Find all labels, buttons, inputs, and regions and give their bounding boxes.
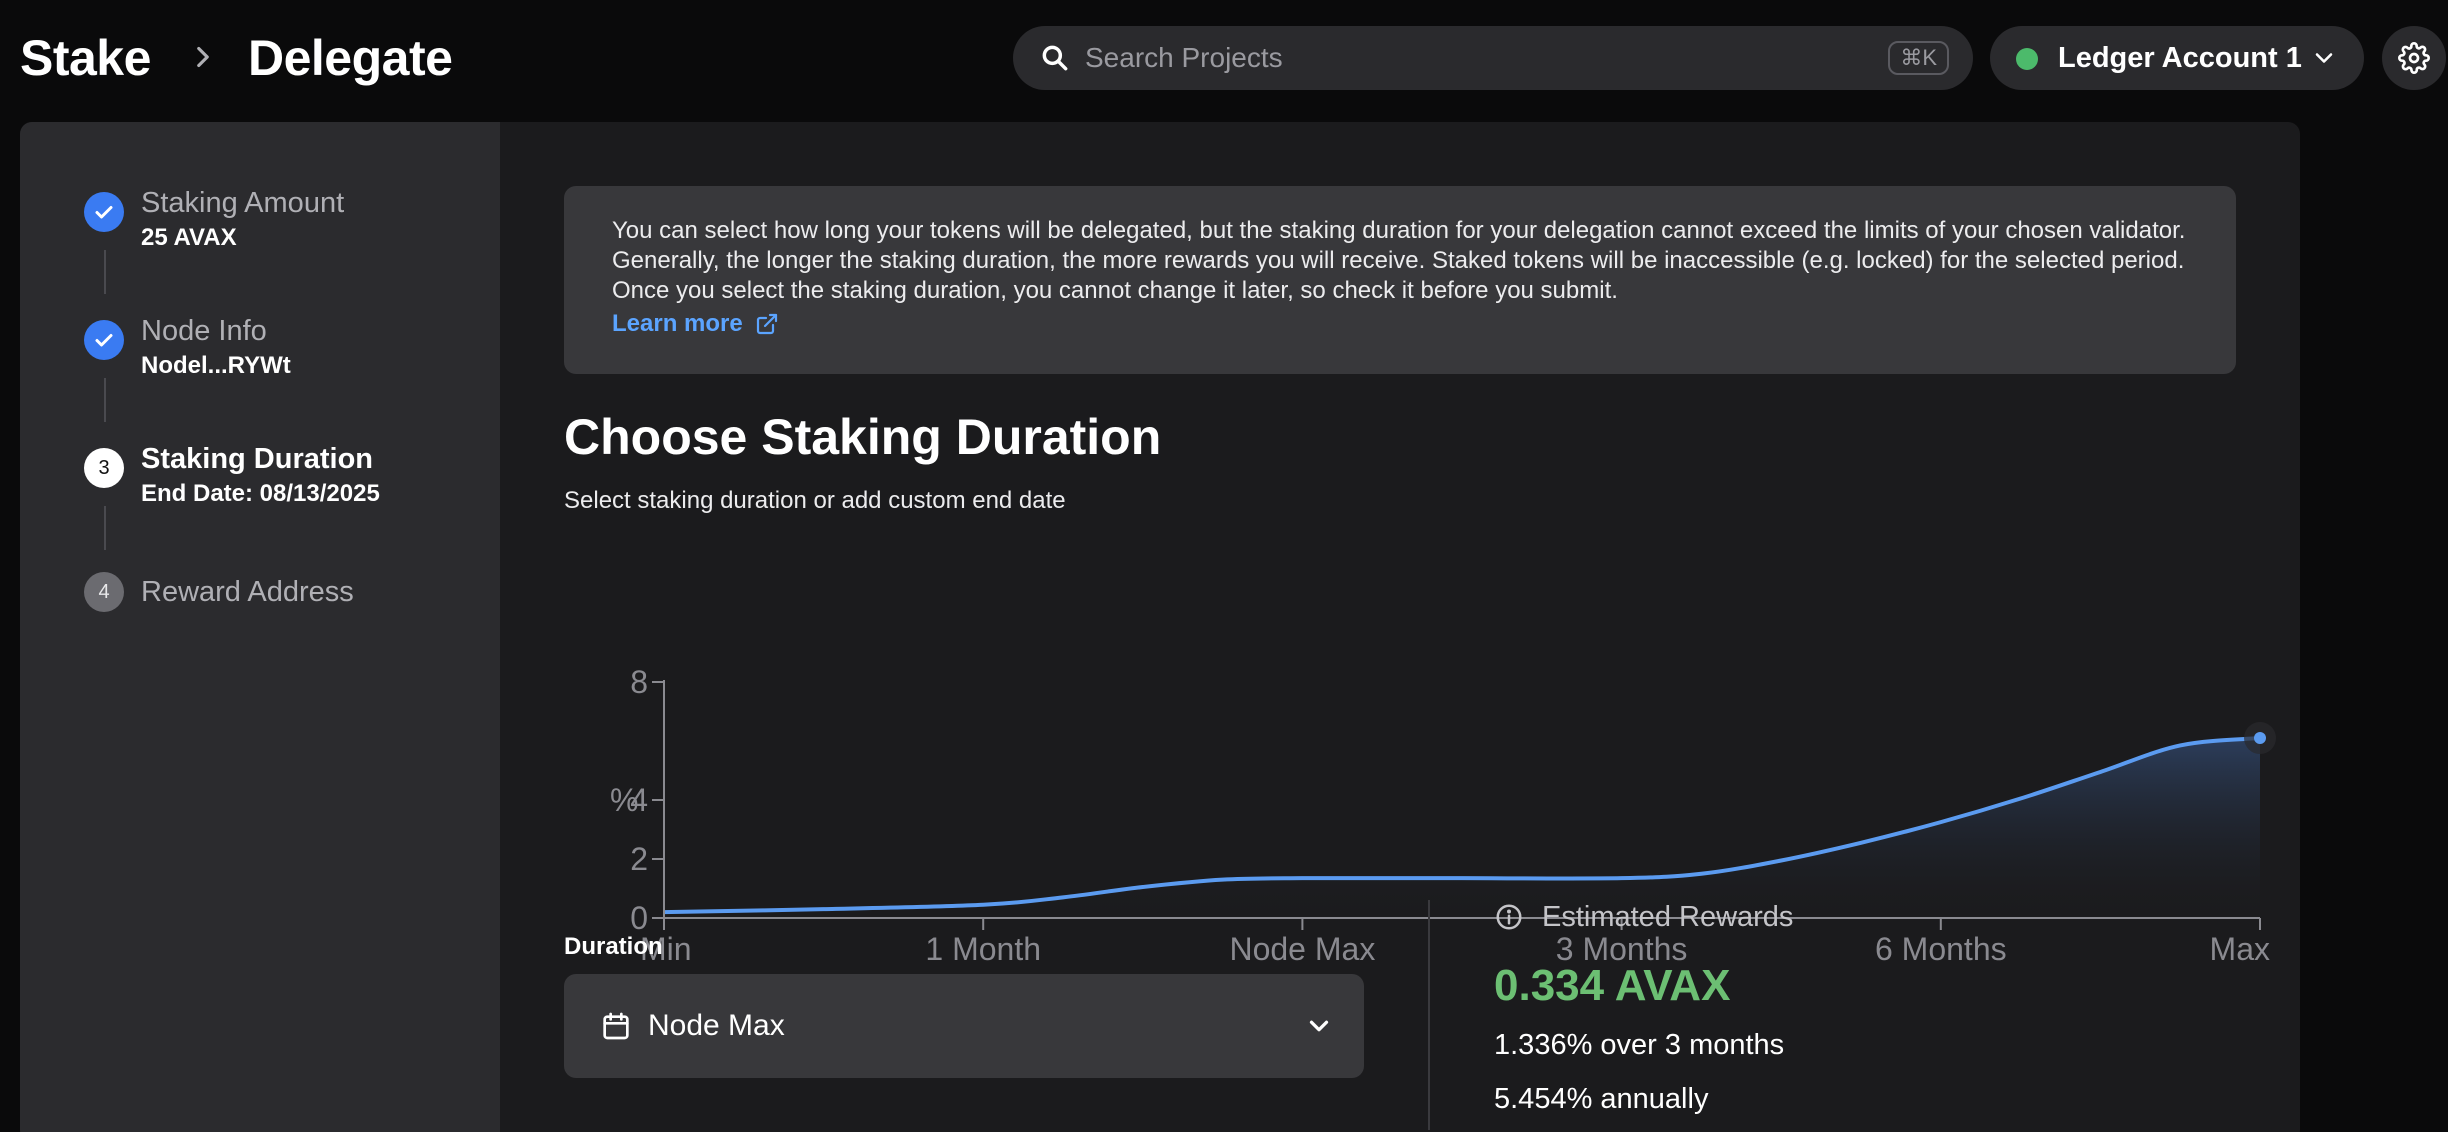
y-axis-label: % [610, 782, 638, 818]
estimated-rewards-label: Estimated Rewards [1542, 901, 1794, 933]
section-title: Choose Staking Duration [564, 409, 1162, 465]
step-connector [104, 250, 106, 294]
search-input[interactable]: Search Projects ⌘K [1013, 26, 1973, 90]
learn-more-label: Learn more [612, 310, 743, 337]
rewards-period: 1.336% over 3 months [1494, 1029, 1785, 1061]
duration-select[interactable]: Node Max [564, 974, 1364, 1078]
x-tick-label: 6 Months [1875, 931, 2007, 967]
checkmark-icon [84, 320, 124, 360]
account-label: Ledger Account 1 [2058, 42, 2302, 74]
x-tick-label: 1 Month [925, 931, 1041, 967]
step-value: 25 AVAX [141, 224, 237, 251]
info-banner: You can select how long your tokens will… [564, 186, 2236, 374]
step-connector [104, 506, 106, 550]
stepper-sidebar: Staking Amount 25 AVAX Node Info Nodel..… [20, 122, 500, 1132]
y-tick-label: 8 [630, 664, 648, 700]
calendar-icon [603, 1012, 629, 1040]
search-icon [1042, 45, 1068, 71]
chart-point [2254, 732, 2266, 745]
step-title: Staking Duration [141, 443, 374, 475]
divider [1428, 900, 1430, 1130]
step-value: Nodel...RYWt [141, 352, 291, 379]
section-subtitle: Select staking duration or add custom en… [564, 487, 1066, 514]
breadcrumb-stake[interactable]: Stake [20, 28, 151, 88]
chevron-right-icon [197, 46, 209, 68]
account-status-dot [2016, 48, 2038, 70]
step-number: 3 [84, 448, 124, 488]
step-connector [104, 378, 106, 422]
info-icon [1496, 904, 1522, 930]
x-tick-label: Node Max [1229, 931, 1375, 967]
step-title: Node Info [141, 315, 267, 347]
step-value: End Date: 08/13/2025 [141, 480, 380, 507]
chart-area [664, 738, 2260, 918]
gear-icon [2398, 42, 2430, 74]
y-tick-label: 2 [630, 841, 648, 877]
search-placeholder: Search Projects [1085, 42, 1283, 73]
chevron-down-icon [2315, 53, 2333, 63]
settings-button[interactable] [2382, 26, 2446, 90]
rewards-chart[interactable]: 0248%Min 1 Month Node Max 3 Months 6 Months M… [560, 542, 2280, 982]
duration-value: Node Max [648, 1009, 785, 1042]
search-shortcut: ⌘K [1888, 41, 1949, 75]
rewards-annual: 5.454% annually [1494, 1083, 1709, 1115]
estimated-rewards-header: Estimated Rewards [1494, 900, 1793, 934]
step-title: Staking Amount [141, 187, 345, 219]
duration-label: Duration [564, 933, 663, 960]
external-link-icon [756, 313, 777, 335]
top-bar: Stake Delegate Search Projects ⌘K Ledger… [0, 0, 2448, 116]
step-title: Reward Address [141, 576, 354, 608]
delegate-panel: Staking Amount 25 AVAX Node Info Nodel..… [20, 122, 2300, 1132]
chevron-down-icon [1309, 1020, 1329, 1032]
step-number: 4 [84, 572, 124, 612]
breadcrumb-delegate: Delegate [248, 30, 453, 86]
estimated-rewards-amount: 0.334 AVAX [1494, 961, 1731, 1010]
account-selector[interactable]: Ledger Account 1 [1990, 26, 2364, 90]
checkmark-icon [84, 192, 124, 232]
info-text: You can select how long your tokens will… [612, 217, 2186, 304]
x-tick-label: Max [2210, 931, 2270, 967]
learn-more-link[interactable]: Learn more [612, 308, 2188, 340]
